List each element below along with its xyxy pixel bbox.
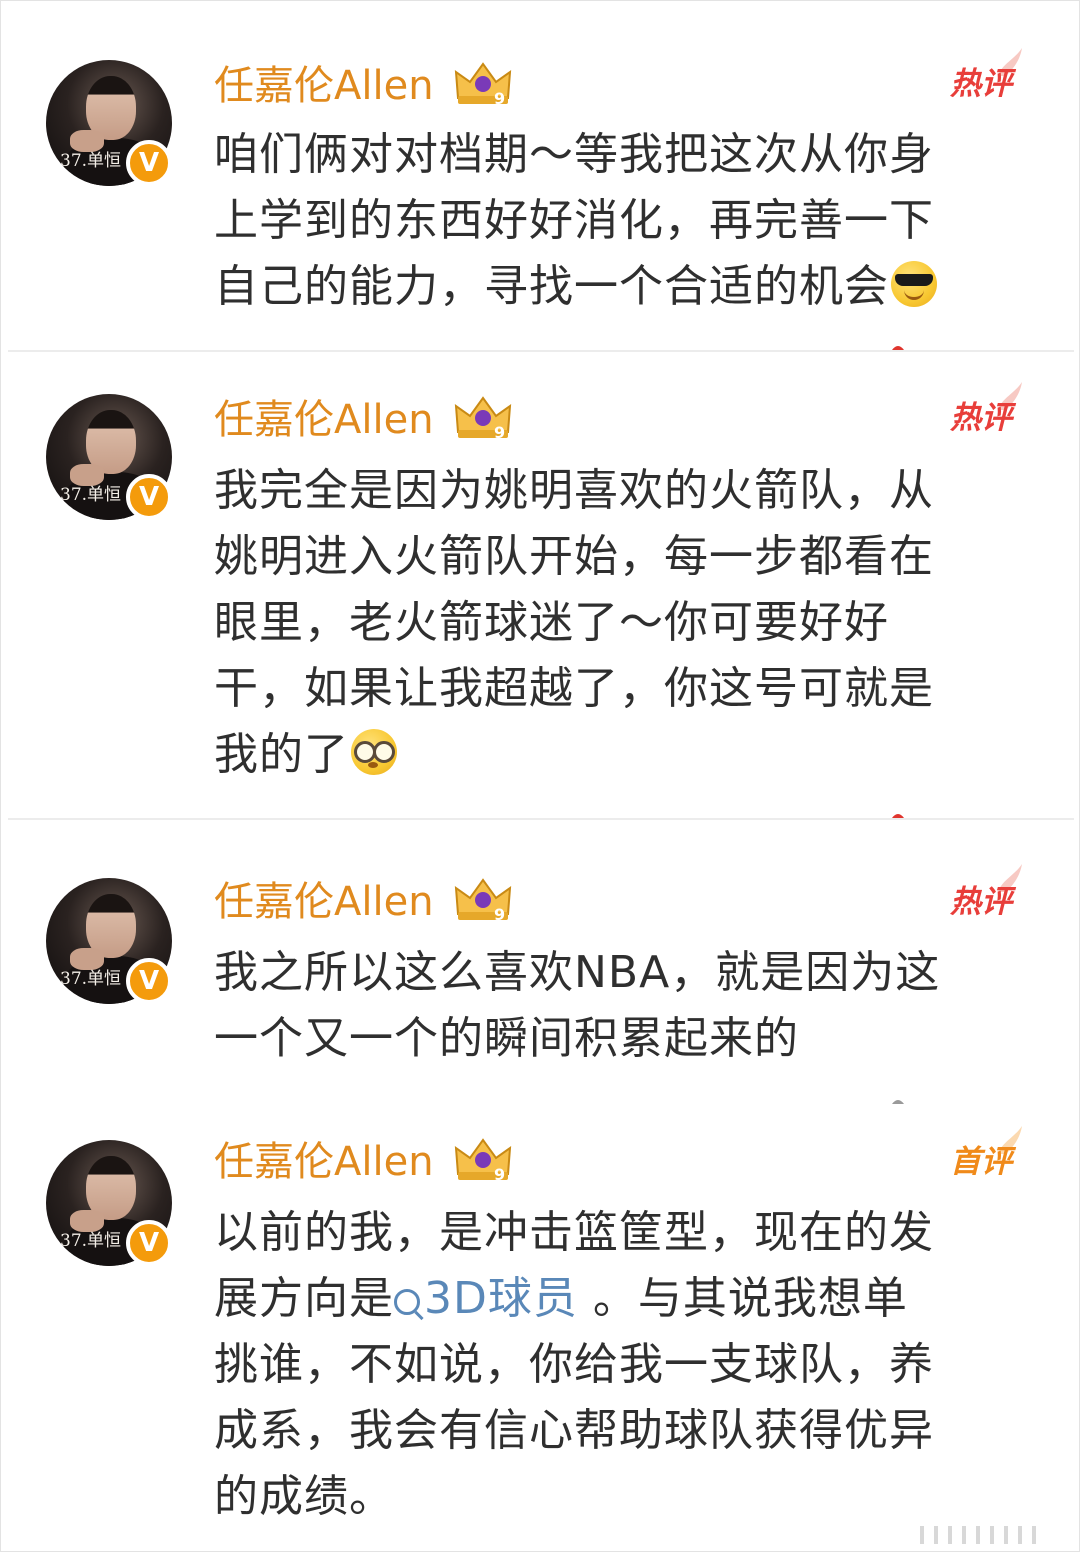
comment-line: 一个又一个的瞬间积累起来的 xyxy=(214,1013,799,1064)
mouth-shape xyxy=(368,762,378,768)
sunglasses-shape xyxy=(895,274,933,286)
username[interactable]: 任嘉伦Allen xyxy=(214,396,434,444)
comment-line: 以前的我，是冲击篮筐型，现在的发 xyxy=(214,1207,934,1258)
cool-sunglasses-emoji-icon xyxy=(891,261,937,307)
avatar-text: 37.单恒 xyxy=(60,151,122,171)
more-indicator-icon xyxy=(892,1100,904,1104)
divider xyxy=(8,350,1074,352)
watermark-icon xyxy=(920,1526,1036,1544)
crown-badge-icon: 9 xyxy=(454,878,512,924)
more-indicator-icon xyxy=(892,346,904,350)
comment-line: 挑谁，不如说，你给我一支球队，养 xyxy=(214,1339,934,1390)
username[interactable]: 任嘉伦Allen xyxy=(214,878,434,926)
more-indicator-icon xyxy=(892,814,904,818)
comment-line: 上学到的东西好好消化，再完善一下 xyxy=(214,195,934,246)
svg-text:9: 9 xyxy=(494,905,505,924)
comment-line: 干，如果让我超越了，你这号可就是 xyxy=(214,663,934,714)
comment-line: 成系，我会有信心帮助球队获得优异 xyxy=(214,1405,934,1456)
comment-line: 我完全是因为姚明喜欢的火箭队，从 xyxy=(214,465,934,516)
hot-comment-tag: 热评 xyxy=(950,66,1012,102)
username[interactable]: 任嘉伦Allen xyxy=(214,62,434,110)
comment-line: 眼里，老火箭球迷了～你可要好好 xyxy=(214,597,889,648)
crown-badge-icon: 9 xyxy=(454,396,512,442)
comment-text: 以前的我，是冲击篮筐型，现在的发 展方向是 3D球员 。与其说我想单 挑谁，不如说… xyxy=(214,1200,1024,1530)
comment-text: 我完全是因为姚明喜欢的火箭队，从 姚明进入火箭队开始，每一步都看在 眼里，老火箭… xyxy=(214,458,1024,788)
verified-badge-icon: V xyxy=(126,474,172,520)
comment-line: 我的了 xyxy=(214,729,349,780)
comment-line: 自己的能力，寻找一个合适的机会 xyxy=(214,261,889,312)
avatar-text: 37.单恒 xyxy=(60,1231,122,1251)
verified-badge-icon: V xyxy=(126,140,172,186)
glasses-ring xyxy=(373,741,395,763)
comment-line: 咱们俩对对档期～等我把这次从你身 xyxy=(214,129,934,180)
hot-comment-tag: 热评 xyxy=(950,884,1012,920)
comment-line-with-emoji: 自己的能力，寻找一个合适的机会 xyxy=(214,254,1024,320)
comment-text: 我之所以这么喜欢NBA，就是因为这 一个又一个的瞬间积累起来的 xyxy=(214,940,1024,1072)
search-icon xyxy=(394,1289,420,1315)
comment-line: 姚明进入火箭队开始，每一步都看在 xyxy=(214,531,934,582)
hot-comment-tag: 热评 xyxy=(950,400,1012,436)
svg-text:9: 9 xyxy=(494,423,505,442)
svg-text:9: 9 xyxy=(494,1165,505,1184)
comment-line-suffix: 。与其说我想单 xyxy=(577,1273,908,1324)
verified-badge-icon: V xyxy=(126,1220,172,1266)
smile-shape xyxy=(904,289,924,300)
avatar-text: 37.单恒 xyxy=(60,969,122,989)
topic-link-text[interactable]: 3D球员 xyxy=(424,1273,578,1324)
first-comment-tag: 首评 xyxy=(950,1144,1012,1180)
comment-line: 我之所以这么喜欢NBA，就是因为这 xyxy=(214,947,941,998)
svg-text:9: 9 xyxy=(494,89,505,108)
avatar-text: 37.单恒 xyxy=(60,485,122,505)
comment-line-with-emoji: 我的了 xyxy=(214,722,1024,788)
divider xyxy=(8,818,1074,820)
comment-text: 咱们俩对对档期～等我把这次从你身 上学到的东西好好消化，再完善一下 自己的能力，… xyxy=(214,122,1024,320)
username[interactable]: 任嘉伦Allen xyxy=(214,1138,434,1186)
comment-line-with-link: 展方向是 3D球员 。与其说我想单 xyxy=(214,1266,1024,1332)
topic-link[interactable]: 3D球员 xyxy=(394,1273,578,1324)
crown-badge-icon: 9 xyxy=(454,62,512,108)
comment-line-prefix: 展方向是 xyxy=(214,1273,394,1324)
verified-badge-icon: V xyxy=(126,958,172,1004)
comment-line: 的成绩。 xyxy=(214,1471,394,1522)
crown-badge-icon: 9 xyxy=(454,1138,512,1184)
glasses-emoji-icon xyxy=(351,729,397,775)
